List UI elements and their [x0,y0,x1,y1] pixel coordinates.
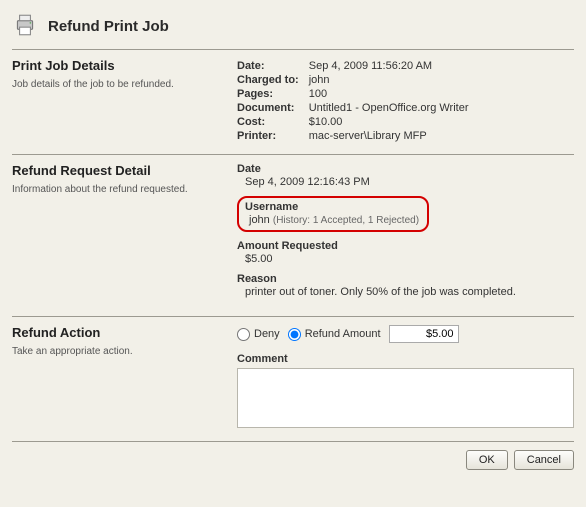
value-reason: printer out of toner. Only 50% of the jo… [237,286,574,298]
dialog-title: Refund Print Job [48,18,169,35]
cancel-button[interactable]: Cancel [514,450,574,470]
value-username: john (History: 1 Accepted, 1 Rejected) [245,214,419,226]
value-amount-requested: $5.00 [237,253,574,265]
section-desc: Information about the refund requested. [12,184,227,195]
value-pages: 100 [309,88,469,100]
label-comment: Comment [237,353,574,365]
label-printer: Printer: [237,130,309,142]
comment-textarea[interactable] [237,368,574,428]
radio-deny[interactable] [237,328,250,341]
label-username: Username [245,201,419,213]
username-highlight: Username john (History: 1 Accepted, 1 Re… [237,196,429,232]
section-heading: Refund Action [12,325,227,340]
value-cost: $10.00 [309,116,469,128]
section-refund-action: Refund Action Take an appropriate action… [12,316,574,441]
ok-button[interactable]: OK [466,450,508,470]
section-refund-request: Refund Request Detail Information about … [12,154,574,316]
dialog-header: Refund Print Job [12,8,574,49]
label-amount-requested: Amount Requested [237,240,574,252]
value-printer: mac-server\Library MFP [309,130,469,142]
section-heading: Print Job Details [12,58,227,73]
value-date: Sep 4, 2009 11:56:20 AM [309,60,469,72]
radio-deny-label[interactable]: Deny [237,328,280,341]
section-desc: Take an appropriate action. [12,346,227,357]
label-cost: Cost: [237,116,309,128]
section-desc: Job details of the job to be refunded. [12,79,227,90]
section-print-job-details: Print Job Details Job details of the job… [12,49,574,154]
label-date: Date: [237,60,309,72]
value-document: Untitled1 - OpenOffice.org Writer [309,102,469,114]
section-heading: Refund Request Detail [12,163,227,178]
dialog-buttons: OK Cancel [12,441,574,470]
label-reason: Reason [237,273,574,285]
radio-refund-label[interactable]: Refund Amount [288,328,381,341]
radio-refund[interactable] [288,328,301,341]
refund-amount-input[interactable] [389,325,459,343]
label-pages: Pages: [237,88,309,100]
value-charged-to: john [309,74,469,86]
printer-icon [12,12,38,41]
value-request-date: Sep 4, 2009 12:16:43 PM [237,176,574,188]
label-charged-to: Charged to: [237,74,309,86]
label-request-date: Date [237,163,574,175]
label-document: Document: [237,102,309,114]
username-history: (History: 1 Accepted, 1 Rejected) [273,215,419,226]
